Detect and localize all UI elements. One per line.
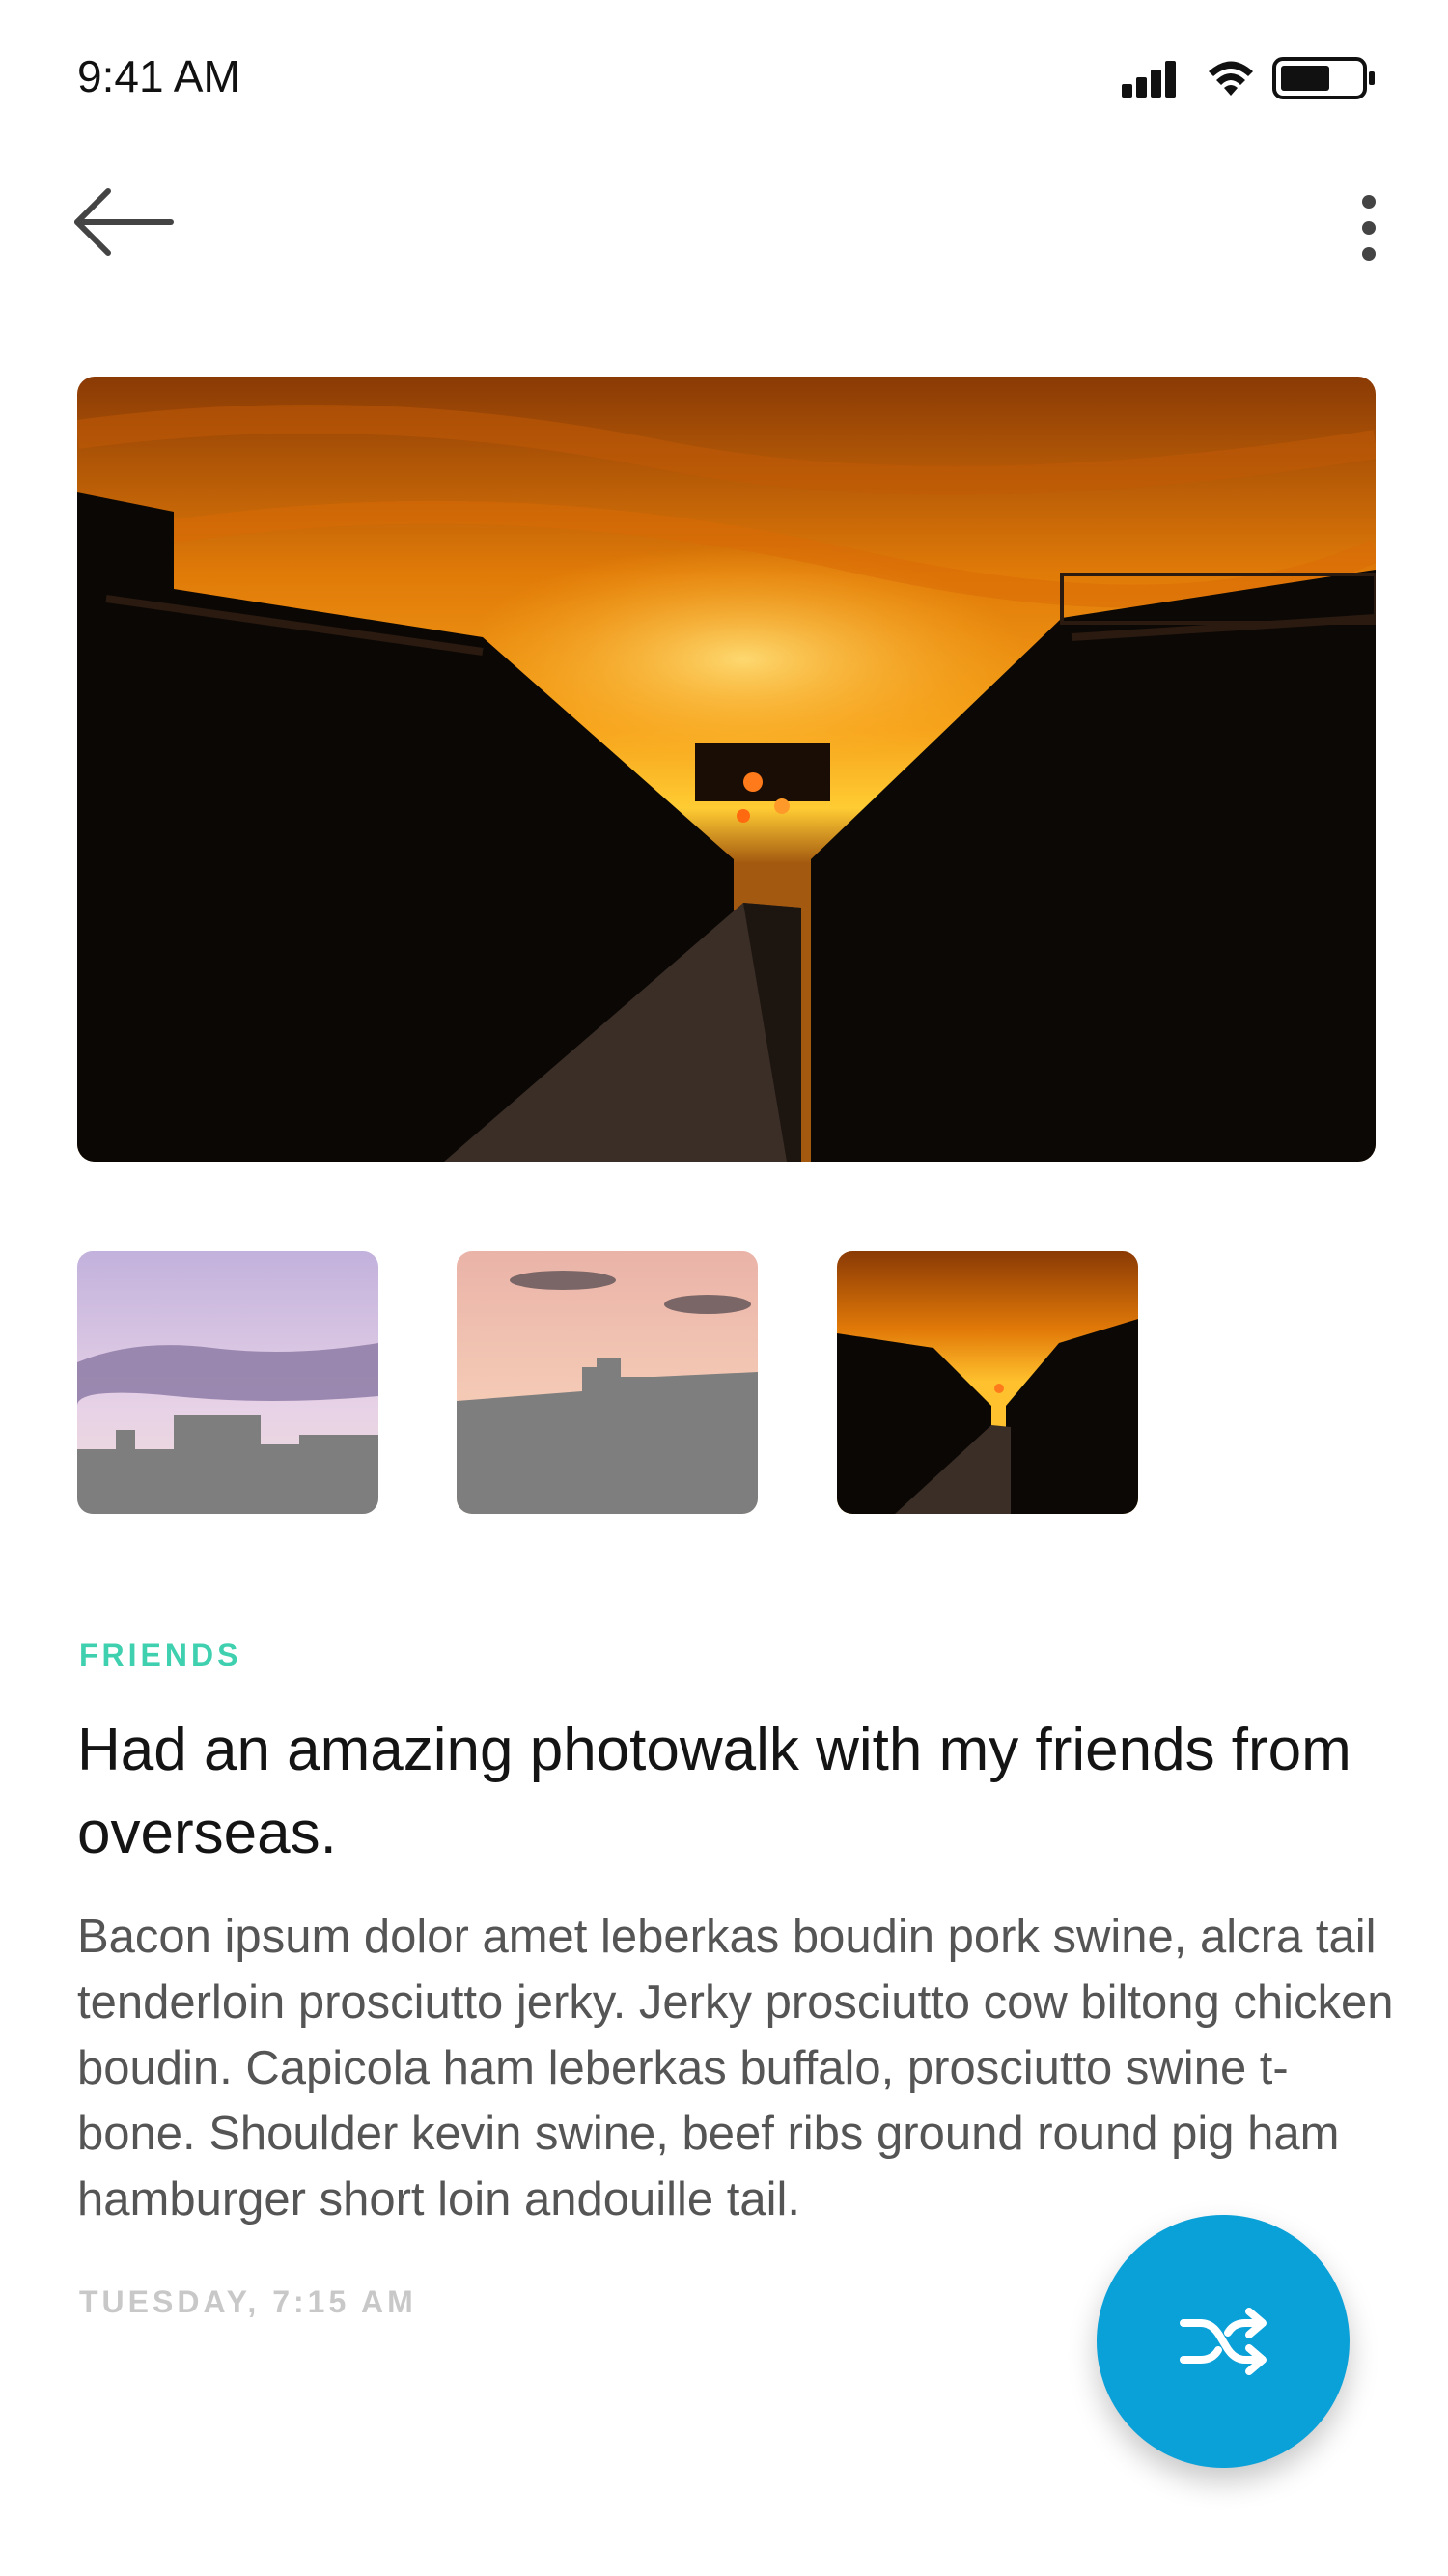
post-timestamp: TUESDAY, 7:15 AM xyxy=(79,2284,417,2319)
thumbnail-3-selected[interactable] xyxy=(837,1251,1138,1514)
post-category: FRIENDS xyxy=(79,1638,242,1672)
thumbnail-2[interactable] xyxy=(457,1251,758,1514)
post-title: Had an amazing photowalk with my friends… xyxy=(77,1717,1351,1866)
wifi-icon xyxy=(1207,59,1255,102)
back-arrow-icon xyxy=(74,188,174,256)
shuffle-icon xyxy=(1180,2308,1267,2375)
hero-photo[interactable] xyxy=(77,377,1376,1162)
thumbnail-1[interactable] xyxy=(77,1251,378,1514)
more-options-button[interactable] xyxy=(1340,189,1398,266)
signal-icon xyxy=(1122,59,1189,102)
battery-icon xyxy=(1272,56,1378,105)
more-vertical-icon xyxy=(1362,195,1376,261)
status-time: 9:41 AM xyxy=(77,51,240,101)
status-icons xyxy=(1122,56,1378,105)
post-body: Bacon ipsum dolor amet leberkas boudin p… xyxy=(77,1911,1394,2226)
shuffle-button[interactable] xyxy=(1097,2215,1350,2468)
back-button[interactable] xyxy=(70,183,176,261)
